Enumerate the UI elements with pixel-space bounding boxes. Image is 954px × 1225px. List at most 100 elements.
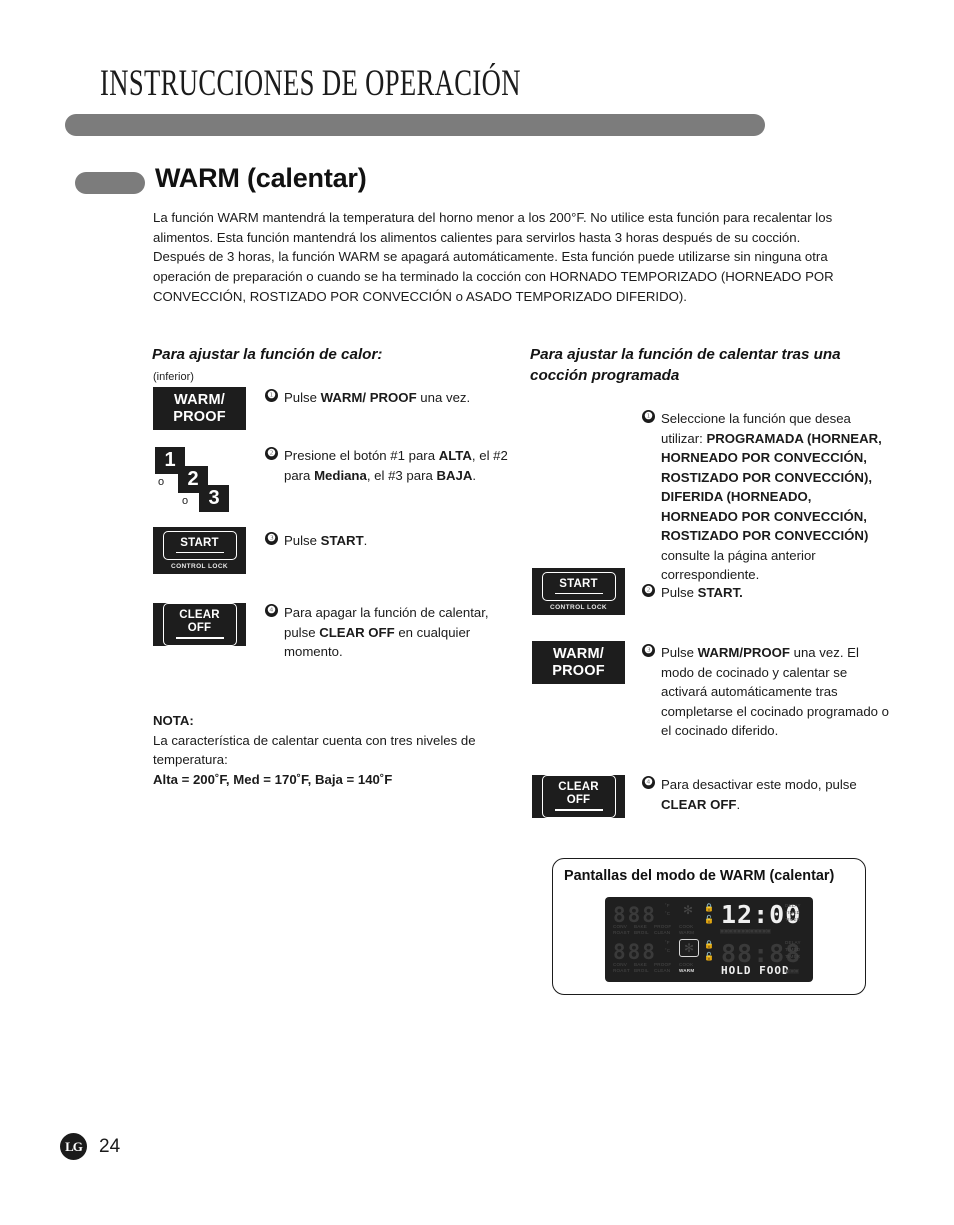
key-warm-proof-right[interactable]: WARM/ PROOF xyxy=(532,641,625,684)
lcd-right-label-timer-upper: TIMER xyxy=(785,917,801,922)
lg-logo-icon: LG xyxy=(60,1133,87,1160)
left-step-2: ❷ Presione el botón #1 para ALTA, el #2 … xyxy=(265,446,510,485)
intro-paragraph-2: Después de 3 horas, la función WARM se a… xyxy=(153,249,834,304)
lcd-degree-f-upper: ˚F xyxy=(665,903,670,908)
key-start-sublabel: CONTROL LOCK xyxy=(170,563,229,571)
key-start-right[interactable]: START CONTROL LOCK xyxy=(532,568,625,615)
key-start-right-inner: START xyxy=(541,571,616,602)
lcd-right-label-timer-lower: TIMER xyxy=(785,954,801,959)
lcd-right-label-timed-lower: TIMED xyxy=(785,947,801,952)
oven-lcd-display: 888 ˚F ˚C ✻ 🔒 🔓 CONV ROAST BAKE BROIL PR… xyxy=(605,897,813,982)
key-start-left[interactable]: START CONTROL LOCK xyxy=(153,527,246,574)
left-step-2-text: Presione el botón #1 para ALTA, el #2 pa… xyxy=(284,448,508,483)
left-step-4: ❹ Para apagar la función de calentar, pu… xyxy=(265,603,505,662)
lcd-right-label-delay-upper: DELAY xyxy=(785,903,801,908)
page-header-title: INSTRUCCIONES DE OPERACIÓN xyxy=(100,63,521,104)
left-step-1: ❶ Pulse WARM/ PROOF una vez. xyxy=(265,388,515,408)
lcd-label-broil-upper: BROIL xyxy=(634,930,649,935)
lcd-dot-matrix-row: ▣▣▣▣▣▣▣▣▣▣▣▣ xyxy=(720,927,771,935)
right-step-2-bullet: ❷ xyxy=(642,584,655,597)
nota-block: NOTA: La característica de calentar cuen… xyxy=(153,711,513,789)
right-step-2: ❷ Pulse START. xyxy=(642,583,892,603)
left-step-3-text: Pulse START. xyxy=(284,533,368,548)
lcd-label-roast-upper: ROAST xyxy=(613,930,630,935)
key-warm-proof-label-line2: PROOF xyxy=(173,408,226,425)
key-start-right-underline xyxy=(554,592,603,595)
left-step-1-bullet: ❶ xyxy=(265,389,278,402)
lcd-degree-f-lower: ˚F xyxy=(665,940,670,945)
key-clear-off-right[interactable]: CLEAR OFF xyxy=(532,775,625,818)
lcd-lower-digits: 888 xyxy=(613,940,657,964)
nota-title: NOTA: xyxy=(153,713,194,728)
right-step-1-bullet: ❶ xyxy=(642,410,655,423)
lcd-lock-icon-upper: 🔒 xyxy=(704,903,714,912)
lcd-degree-c-upper: ˚C xyxy=(665,911,671,916)
right-step-3-bullet: ❸ xyxy=(642,644,655,657)
lcd-right-label-timed-upper: TIMED xyxy=(785,910,801,915)
page-title: WARM (calentar) xyxy=(155,163,367,193)
lcd-label-clean-lower: CLEAN xyxy=(654,968,671,973)
key-start-right-label: START xyxy=(559,577,598,590)
lcd-right-label-delay-lower: DELAY xyxy=(785,940,801,945)
lcd-unlock-icon-lower: 🔓 xyxy=(704,952,714,961)
lcd-label-warm-upper: WARM xyxy=(679,930,695,935)
fan-glyph-lower: ✻ xyxy=(683,941,695,955)
key-start-right-sublabel: CONTROL LOCK xyxy=(549,604,608,612)
key-warm-proof-right-label-line1: WARM/ xyxy=(553,645,604,662)
left-column-sublabel: (inferior) xyxy=(153,371,194,383)
lcd-lock-icon-lower: 🔒 xyxy=(704,940,714,949)
key-clear-off-inner: CLEAR OFF xyxy=(162,603,237,646)
intro-paragraphs: La función WARM mantendrá la temperatura… xyxy=(153,208,888,307)
key-clear-off-label-line2: OFF xyxy=(187,622,212,635)
key-warm-proof-right-label-line2: PROOF xyxy=(552,662,605,679)
left-step-1-text: Pulse WARM/ PROOF una vez. xyxy=(284,390,471,405)
lcd-label-broil-lower: BROIL xyxy=(634,968,649,973)
section-bullet-pill xyxy=(75,172,145,194)
left-step-4-bullet: ❹ xyxy=(265,604,278,617)
lcd-degree-c-lower: ˚C xyxy=(665,948,671,953)
page-number: 24 xyxy=(99,1135,121,1157)
lcd-label-warm-lower-active: WARM xyxy=(679,968,695,973)
key-start-inner: START xyxy=(162,530,237,561)
right-step-4: ❹ Para desactivar este modo, pulse CLEAR… xyxy=(642,775,892,814)
header-divider-bar xyxy=(65,114,765,136)
right-step-4-bullet: ❹ xyxy=(642,776,655,789)
left-step-4-text: Para apagar la función de calentar, puls… xyxy=(284,605,489,659)
key-warm-proof-left[interactable]: WARM/ PROOF xyxy=(153,387,246,430)
right-step-3: ❸ Pulse WARM/PROOF una vez. El modo de c… xyxy=(642,643,890,741)
page-footer: LG 24 xyxy=(60,1133,120,1160)
right-column-heading: Para ajustar la función de calentar tras… xyxy=(530,346,841,384)
key-warm-proof-label-line1: WARM/ xyxy=(174,391,225,408)
nota-body: La característica de calentar cuenta con… xyxy=(153,732,476,768)
key-clear-off-right-inner: CLEAR OFF xyxy=(541,775,616,818)
key-start-label: START xyxy=(180,536,219,549)
right-step-1-text: Seleccione la función que desea utilizar… xyxy=(661,411,882,582)
left-column-heading: Para ajustar la función de calor: xyxy=(152,346,383,363)
separator-o-1: o xyxy=(158,476,165,488)
lcd-convection-fan-icon-lower: ✻ xyxy=(679,939,699,957)
fan-glyph-upper: ✻ xyxy=(682,903,694,917)
lcd-status-text: HOLD FOOD xyxy=(721,964,790,977)
lcd-unlock-icon-upper: 🔓 xyxy=(704,915,714,924)
left-step-3-bullet: ❸ xyxy=(265,532,278,545)
key-start-underline xyxy=(175,551,224,554)
right-step-1: ❶ Seleccione la función que desea utiliz… xyxy=(642,409,892,585)
key-number-3[interactable]: 3 xyxy=(199,485,229,512)
key-clear-off-label-line1: CLEAR xyxy=(179,609,220,622)
intro-paragraph-1: La función WARM mantendrá la temperatura… xyxy=(153,210,833,245)
separator-o-2: o xyxy=(182,495,189,507)
left-step-2-bullet: ❷ xyxy=(265,447,278,460)
display-panel: Pantallas del modo de WARM (calentar) 88… xyxy=(552,858,866,995)
nota-levels: Alta = 200˚F, Med = 170˚F, Baja = 140˚F xyxy=(153,771,393,787)
right-step-3-text: Pulse WARM/PROOF una vez. El modo de coc… xyxy=(661,645,889,738)
key-clear-off-left[interactable]: CLEAR OFF xyxy=(153,603,246,646)
lcd-convection-fan-icon-upper: ✻ xyxy=(679,902,697,918)
key-clear-off-right-label-line2: OFF xyxy=(566,794,591,807)
right-step-4-text: Para desactivar este modo, pulse CLEAR O… xyxy=(661,777,857,812)
key-clear-off-underline xyxy=(175,637,224,639)
right-step-2-text: Pulse START. xyxy=(661,585,743,600)
lcd-label-roast-lower: ROAST xyxy=(613,968,630,973)
key-clear-off-right-label-line1: CLEAR xyxy=(558,781,599,794)
lcd-label-clean-upper: CLEAN xyxy=(654,930,671,935)
key-clear-off-right-underline xyxy=(554,809,603,811)
